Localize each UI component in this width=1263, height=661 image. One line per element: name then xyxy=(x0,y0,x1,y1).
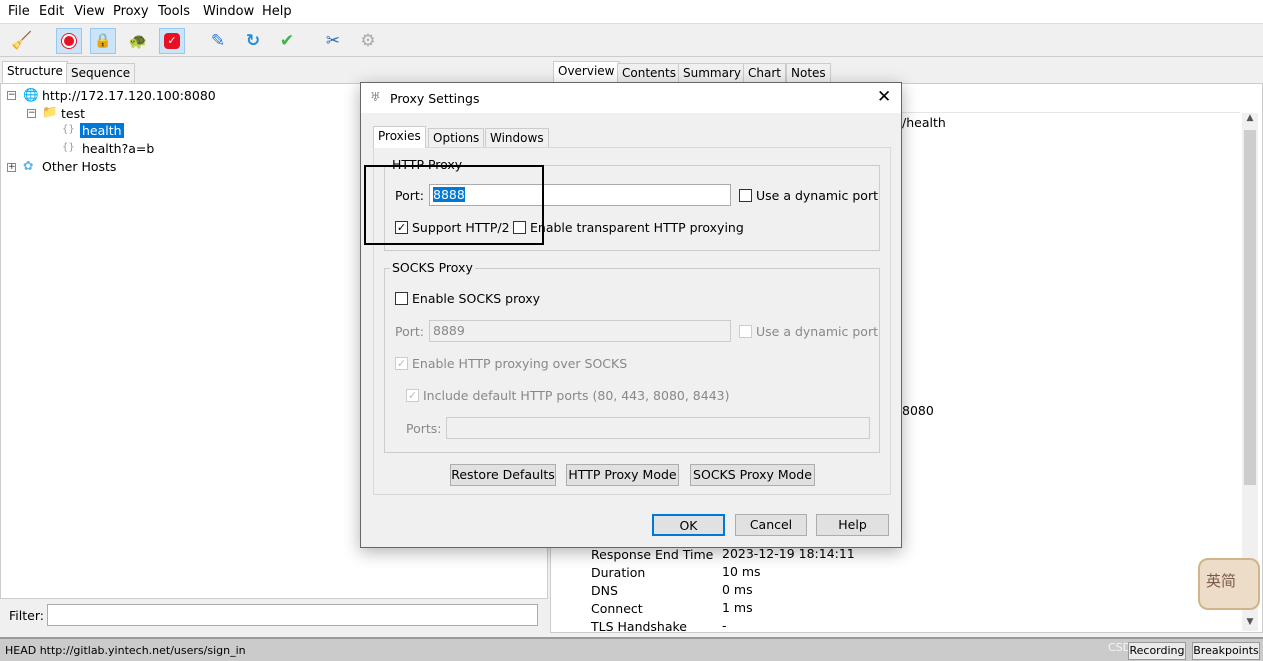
ok-button[interactable]: OK xyxy=(652,514,725,536)
broom-icon[interactable]: 🧹 xyxy=(9,28,35,54)
scroll-down-icon[interactable]: ▼ xyxy=(1242,617,1258,631)
pen-icon[interactable]: ✎ xyxy=(205,28,231,54)
proxy-settings-dialog: ♅ Proxy Settings ✕ Proxies Options Windo… xyxy=(360,82,902,548)
menu-proxy[interactable]: Proxy xyxy=(113,4,149,19)
expand-icon[interactable]: + xyxy=(7,163,16,172)
stat-key: Duration xyxy=(591,565,646,580)
tools-icon[interactable]: ✂ xyxy=(320,28,346,54)
http-over-socks-checkbox[interactable]: ✓ xyxy=(395,357,408,370)
status-text: HEAD http://gitlab.yintech.net/users/sig… xyxy=(5,644,246,657)
scroll-up-icon[interactable]: ▲ xyxy=(1242,113,1258,127)
include-default-ports-label: Include default HTTP ports (80, 443, 808… xyxy=(423,388,730,403)
filter-label: Filter: xyxy=(9,608,44,623)
check-icon[interactable]: ✔ xyxy=(274,28,300,54)
gear-icon[interactable]: ⚙ xyxy=(355,28,381,54)
stat-value: 10 ms xyxy=(722,564,761,579)
tab-overview[interactable]: Overview xyxy=(553,61,620,83)
recording-button[interactable]: Recording xyxy=(1128,642,1186,660)
socks-proxy-title: SOCKS Proxy xyxy=(390,260,475,275)
tab-chart[interactable]: Chart xyxy=(743,63,786,83)
stat-value: 2023-12-19 18:14:11 xyxy=(722,546,855,561)
close-icon[interactable]: ✕ xyxy=(877,87,891,107)
http-over-socks-label: Enable HTTP proxying over SOCKS xyxy=(412,356,628,371)
filter-input[interactable] xyxy=(47,604,538,626)
tab-sequence[interactable]: Sequence xyxy=(66,63,136,83)
socks-port-input[interactable]: 8889 xyxy=(429,320,731,342)
annotation-highlight-box xyxy=(364,165,544,245)
ime-badge[interactable]: 英简 xyxy=(1198,558,1260,610)
dialog-title: Proxy Settings xyxy=(390,91,480,106)
tab-proxies[interactable]: Proxies xyxy=(373,126,426,148)
socks-dynamic-port-label: Use a dynamic port xyxy=(756,324,878,339)
include-default-ports-checkbox[interactable]: ✓ xyxy=(406,389,419,402)
status-bar: HEAD http://gitlab.yintech.net/users/sig… xyxy=(0,637,1263,661)
globe-icon: 🌐 xyxy=(23,87,39,102)
tree-item-health[interactable]: health xyxy=(80,123,124,138)
collapse-icon[interactable]: − xyxy=(7,91,16,100)
turtle-icon[interactable]: 🐢 xyxy=(125,28,151,54)
stat-key: DNS xyxy=(591,583,618,598)
stat-value: 1 ms xyxy=(722,600,753,615)
restore-defaults-button[interactable]: Restore Defaults xyxy=(450,464,556,486)
tree-host[interactable]: http://172.17.120.100:8080 xyxy=(42,88,216,103)
menu-bar: File Edit View Proxy Tools Window Help xyxy=(0,0,1263,24)
transparent-proxy-label: Enable transparent HTTP proxying xyxy=(530,220,744,235)
http-dynamic-port-label: Use a dynamic port xyxy=(756,188,878,203)
ports-label: Ports: xyxy=(406,421,442,436)
tab-notes[interactable]: Notes xyxy=(786,63,831,83)
stat-value: 0 ms xyxy=(722,582,753,597)
url-fragment: /health xyxy=(902,115,946,130)
socks-proxy-group: SOCKS Proxy Enable SOCKS proxy Port: 888… xyxy=(384,260,880,453)
file-icon: {} xyxy=(62,142,75,153)
cancel-button[interactable]: Cancel xyxy=(735,514,807,536)
tree-item-health-query[interactable]: health?a=b xyxy=(82,141,154,156)
http-proxy-mode-button[interactable]: HTTP Proxy Mode xyxy=(566,464,679,486)
lock-icon[interactable]: 🔒 xyxy=(90,28,116,54)
ports-input[interactable] xyxy=(446,417,870,439)
menu-tools[interactable]: Tools xyxy=(158,4,190,19)
tab-options[interactable]: Options xyxy=(428,128,485,148)
tree-other-hosts[interactable]: Other Hosts xyxy=(42,159,116,174)
tab-windows[interactable]: Windows xyxy=(485,128,549,148)
http-dynamic-port-checkbox[interactable] xyxy=(739,189,752,202)
scrollbar[interactable]: ▲ ▼ xyxy=(1242,113,1258,631)
tab-structure[interactable]: Structure xyxy=(2,61,68,83)
socks-dynamic-port-checkbox[interactable] xyxy=(739,325,752,338)
stat-key: Response End Time xyxy=(591,547,714,562)
refresh-icon[interactable]: ↻ xyxy=(240,28,266,54)
menu-view[interactable]: View xyxy=(74,4,105,19)
stat-key: Connect xyxy=(591,601,643,616)
menu-window[interactable]: Window xyxy=(203,4,254,19)
folder-icon: 📁 xyxy=(42,104,58,119)
scroll-thumb[interactable] xyxy=(1244,130,1256,485)
help-button[interactable]: Help xyxy=(816,514,889,536)
tree-folder[interactable]: test xyxy=(61,106,85,121)
hosts-icon: ✿ xyxy=(23,158,34,173)
record-icon[interactable] xyxy=(56,28,82,54)
dialog-titlebar: ♅ Proxy Settings ✕ xyxy=(361,83,901,113)
breakpoints-button[interactable]: Breakpoints xyxy=(1192,642,1260,660)
stop-icon[interactable]: ✓ xyxy=(159,28,185,54)
toolbar: 🧹 🔒 🐢 ✓ ✎ ↻ ✔ ✂ ⚙ xyxy=(0,24,1263,57)
collapse-icon[interactable]: − xyxy=(27,109,36,118)
tab-contents[interactable]: Contents xyxy=(617,63,681,83)
menu-help[interactable]: Help xyxy=(262,4,292,19)
ime-badge-text: 英简 xyxy=(1206,572,1237,590)
socks-proxy-mode-button[interactable]: SOCKS Proxy Mode xyxy=(690,464,815,486)
enable-socks-label: Enable SOCKS proxy xyxy=(412,291,541,306)
socks-port-label: Port: xyxy=(395,324,424,339)
menu-edit[interactable]: Edit xyxy=(39,4,64,19)
menu-file[interactable]: File xyxy=(8,4,30,19)
enable-socks-checkbox[interactable] xyxy=(395,292,408,305)
port-fragment: 8080 xyxy=(902,403,934,418)
file-icon: {} xyxy=(62,124,75,135)
stat-key: TLS Handshake xyxy=(591,619,688,634)
stat-value: - xyxy=(722,618,727,633)
fiddler-icon: ♅ xyxy=(370,90,381,104)
tab-summary[interactable]: Summary xyxy=(678,63,746,83)
